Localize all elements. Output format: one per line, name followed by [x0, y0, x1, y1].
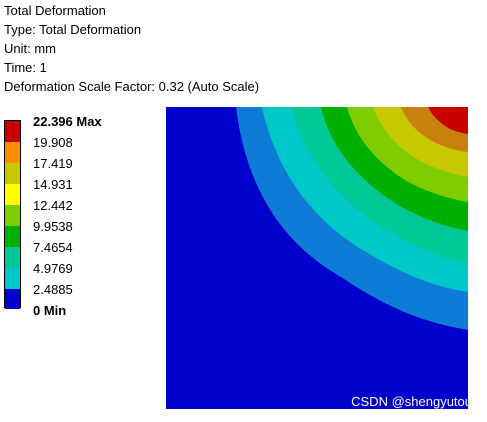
- color-legend: 22.396 Max 19.908 17.419 14.931 12.442 9…: [4, 113, 144, 323]
- result-title: Total Deformation: [4, 3, 106, 18]
- legend-label-7: 7.4654: [33, 240, 73, 255]
- result-type: Type: Total Deformation: [4, 22, 142, 37]
- legend-swatch-1: [5, 121, 20, 142]
- legend-swatch-8: [5, 268, 20, 289]
- result-unit: Unit: mm: [4, 41, 56, 56]
- legend-label-9: 2.4885: [33, 282, 73, 297]
- legend-label-3: 17.419: [33, 156, 73, 171]
- result-time: Time: 1: [4, 60, 47, 75]
- contour-svg: [166, 107, 468, 409]
- watermark-text: CSDN @shengyutou: [351, 394, 472, 409]
- legend-label-8: 4.9769: [33, 261, 73, 276]
- deformation-contour-plot: [166, 107, 468, 409]
- legend-label-min: 0 Min: [33, 303, 67, 318]
- legend-label-4: 14.931: [33, 177, 73, 192]
- legend-swatch-7: [5, 247, 20, 268]
- legend-label-max: 22.396 Max: [33, 114, 102, 129]
- legend-label-5: 12.442: [33, 198, 73, 213]
- legend-swatch-3: [5, 163, 20, 184]
- legend-color-bar: [4, 120, 21, 309]
- deformation-scale-factor: Deformation Scale Factor: 0.32 (Auto Sca…: [4, 79, 260, 94]
- legend-swatch-6: [5, 226, 20, 247]
- legend-swatch-5: [5, 205, 20, 226]
- legend-swatch-9: [5, 289, 20, 309]
- result-header: Total Deformation Type: Total Deformatio…: [4, 1, 259, 96]
- legend-label-6: 9.9538: [33, 219, 73, 234]
- legend-swatch-4: [5, 184, 20, 205]
- legend-swatch-2: [5, 142, 20, 163]
- legend-label-2: 19.908: [33, 135, 73, 150]
